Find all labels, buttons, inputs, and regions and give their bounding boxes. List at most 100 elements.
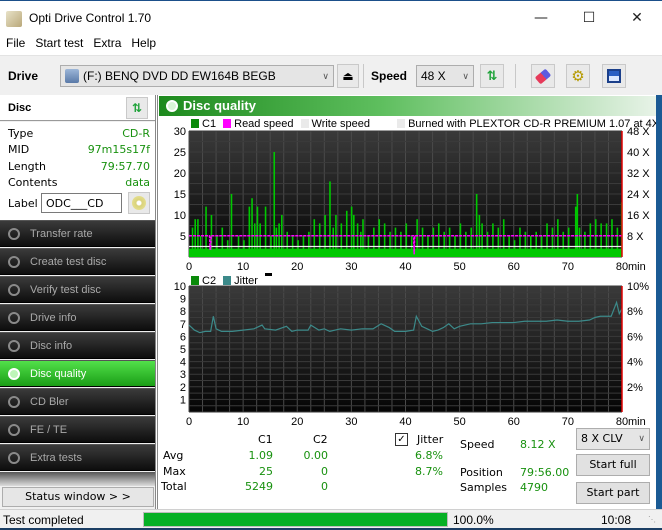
status-text: Test completed [3, 513, 84, 527]
disc-length-value: 79:57.70 [100, 160, 150, 173]
nav-label: FE / TE [30, 424, 68, 436]
x-tick-label: 70 [562, 261, 574, 273]
c1-bar [519, 227, 521, 257]
speed-stat-value: 8.12 X [520, 438, 556, 451]
test-speed-select[interactable]: 8 X CLV ∨ [576, 428, 650, 450]
y2-tick-label: 6% [627, 331, 643, 343]
drive-select[interactable]: (F:) BENQ DVD DD EW164B BEGB ∨ [60, 65, 334, 87]
max-jitter: 8.7% [415, 465, 443, 478]
jitter-checkbox[interactable]: ✓ [395, 433, 408, 446]
x-tick-label: 80 [616, 416, 628, 428]
y-tick-label: 20 [174, 168, 186, 180]
speed-select[interactable]: 48 X ∨ [416, 65, 474, 87]
c1-bar [264, 206, 267, 257]
start-part-button[interactable]: Start part [576, 482, 650, 504]
nav-label: Create test disc [30, 256, 107, 268]
samples-value: 4790 [520, 481, 548, 494]
menu-start-test[interactable]: Start test [29, 34, 87, 50]
y-tick-label: 3 [180, 369, 186, 381]
menu-file[interactable]: File [0, 34, 29, 50]
c1-bar [259, 223, 261, 257]
disc-label-button[interactable] [128, 192, 150, 214]
y-tick-label: 30 [174, 126, 186, 138]
resize-grip-icon[interactable]: ⋱ [648, 515, 656, 524]
c1-bar [251, 198, 253, 257]
c1-bar [329, 181, 331, 257]
y-tick-label: 5 [180, 344, 186, 356]
disc-refresh-button[interactable]: ⇅ [126, 97, 148, 119]
avg-jitter: 6.8% [415, 449, 443, 462]
eject-button[interactable]: ⏏ [337, 64, 359, 88]
c1-bar [497, 227, 500, 257]
title-bar: Opti Drive Control 1.70 — ☐ ✕ [0, 0, 662, 34]
disc-header: Disc ⇅ [0, 95, 155, 121]
y2-tick-label: 4% [627, 357, 643, 369]
nav-verify-test-disc[interactable]: Verify test disc [0, 276, 155, 303]
test-speed-value: 8 X CLV [581, 432, 623, 445]
chevron-down-icon: ∨ [322, 71, 329, 81]
x-tick-label: 60 [508, 261, 520, 273]
panel-header: Disc quality [159, 96, 657, 116]
max-c1: 25 [259, 465, 273, 478]
minimize-button[interactable]: — [518, 5, 564, 31]
c1-bar [297, 240, 299, 257]
c1-bar [481, 223, 483, 257]
menu-help[interactable]: Help [125, 34, 160, 50]
close-button[interactable]: ✕ [614, 5, 660, 31]
c1-bar [273, 152, 276, 257]
nav-create-test-disc[interactable]: Create test disc [0, 248, 155, 275]
c1-bar [600, 223, 602, 257]
c1-bar [405, 223, 408, 257]
y-tick-label: 25 [174, 147, 186, 159]
toolbar: Drive (F:) BENQ DVD DD EW164B BEGB ∨ ⏏ S… [0, 55, 662, 95]
erase-button[interactable] [531, 64, 555, 88]
avg-c2: 0.00 [303, 449, 329, 462]
nav-disc-quality[interactable]: Disc quality [0, 360, 155, 387]
status-window-button[interactable]: Status window > > [2, 487, 154, 507]
settings-button[interactable]: ⚙ [566, 64, 590, 88]
menu-extra[interactable]: Extra [87, 34, 125, 50]
disc-label-input[interactable] [41, 193, 122, 213]
nav-label: Extra tests [30, 452, 82, 464]
save-button[interactable] [602, 64, 626, 88]
total-c1: 5249 [245, 480, 273, 493]
menu-bar: File Start test Extra Help [0, 34, 662, 54]
disc-label-row: Label [8, 192, 150, 215]
c1-bar [373, 227, 375, 257]
desktop-edge [656, 95, 662, 528]
nav-fe-te[interactable]: FE / TE [0, 416, 155, 443]
transfer-rate-icon [8, 228, 20, 240]
progress-text: 100.0% [453, 513, 494, 527]
c1-bar [448, 227, 451, 257]
maximize-button[interactable]: ☐ [566, 5, 612, 31]
c1-bar [502, 219, 505, 257]
nav-disc-info[interactable]: Disc info [0, 332, 155, 359]
disc-quality-icon [166, 100, 178, 112]
c1-bar [437, 223, 440, 257]
nav-cd-bler[interactable]: CD Bler [0, 388, 155, 415]
nav-extra-tests[interactable]: Extra tests [0, 444, 155, 471]
x-axis-label: min [628, 416, 646, 428]
nav-transfer-rate[interactable]: Transfer rate [0, 220, 155, 247]
x-tick-label: 60 [508, 416, 520, 428]
c1-bar [578, 227, 581, 257]
c1-bar [616, 227, 619, 257]
nav-drive-info[interactable]: Drive info [0, 304, 155, 331]
y-tick-label: 6 [180, 331, 186, 343]
y-tick-label: 1 [180, 394, 186, 406]
c1-bar [594, 219, 597, 257]
x-tick-label: 0 [186, 261, 192, 273]
refresh-button[interactable]: ⇅ [480, 64, 504, 88]
nav-label: Disc info [30, 340, 73, 352]
c1-bar [421, 227, 424, 257]
disc-label-label: Label [8, 197, 38, 210]
c1-bar [394, 227, 397, 257]
y2-tick-label: 8% [627, 306, 643, 318]
c1-bar [318, 223, 321, 257]
start-full-button[interactable]: Start full [576, 454, 650, 476]
left-panel: Disc ⇅ Type CD-R MID 97m15s17f Length 79:57… [0, 95, 156, 510]
disc-mid-value: 97m15s17f [87, 143, 150, 156]
c1-bar [345, 210, 348, 257]
c1-bar [256, 206, 259, 257]
x-tick-label: 10 [237, 261, 249, 273]
